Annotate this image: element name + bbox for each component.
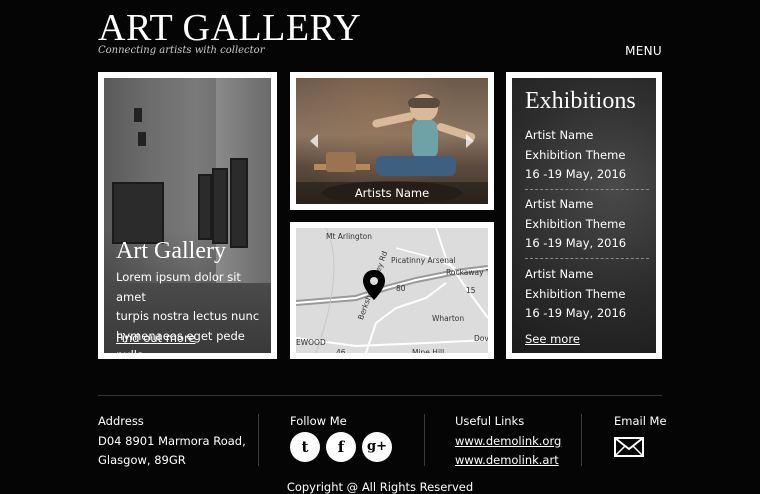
map-label: Dove — [474, 334, 494, 343]
footer-address-line: D04 8901 Marmora Road, — [98, 433, 246, 448]
gallery-text-line: turpis nostra lectus nunc — [116, 309, 260, 323]
footer-follow: Follow Me — [290, 412, 347, 432]
footer-link[interactable]: www.demolink.art — [455, 451, 561, 471]
footer-links-title: Useful Links — [455, 414, 525, 428]
exhibition-artist: Artist Name — [525, 128, 594, 142]
footer-email: Email Me — [614, 412, 667, 432]
footer-address-line: Glasgow, 89GR — [98, 453, 186, 467]
twitter-icon[interactable]: t — [290, 432, 320, 462]
footer-link[interactable]: www.demolink.org — [455, 432, 561, 452]
map-label: Picatinny Arsenal — [391, 256, 456, 265]
footer-separator — [424, 414, 425, 466]
exhibition-date: 16 -19 May, 2016 — [525, 167, 627, 181]
artwork-frame — [198, 174, 212, 240]
see-more-link[interactable]: See more — [525, 332, 580, 346]
footer-address-title: Address — [98, 414, 144, 428]
footer-divider — [98, 395, 662, 396]
email-icon[interactable] — [614, 437, 644, 457]
exhibitions-card: Exhibitions Artist Name Exhibition Theme… — [506, 72, 662, 359]
exhibition-date: 16 -19 May, 2016 — [525, 236, 627, 250]
site-title: ART GALLERY — [98, 7, 362, 49]
artwork-frame — [212, 168, 228, 244]
exhibition-artist: Artist Name — [525, 197, 594, 211]
map-label: 15 — [466, 286, 476, 295]
artwork-frame — [230, 158, 248, 248]
google-plus-icon[interactable]: g+ — [362, 432, 392, 462]
slider-next-arrow[interactable] — [466, 134, 474, 148]
slider-caption: Artists Name — [296, 182, 488, 204]
exhibition-divider — [525, 189, 649, 190]
exhibition-divider — [525, 258, 649, 259]
exhibition-theme: Exhibition Theme — [525, 286, 626, 301]
facebook-icon[interactable]: f — [326, 432, 356, 462]
exhibitions-heading: Exhibitions — [525, 88, 636, 114]
footer-separator — [258, 414, 259, 466]
find-out-more-link[interactable]: Find out more — [116, 331, 196, 345]
spotlight — [138, 132, 146, 146]
map-label: Rockaway Towns — [446, 268, 494, 277]
exhibition-date: 16 -19 May, 2016 — [525, 306, 627, 320]
gallery-heading: Art Gallery — [116, 238, 226, 264]
footer-separator — [581, 414, 582, 466]
map-label: 46 — [336, 348, 346, 357]
map-label: 80 — [396, 284, 406, 293]
exhibition-entry: Artist Name Exhibition Theme 16 -19 May,… — [525, 195, 649, 254]
gallery-description: Lorem ipsum dolor sit amet turpis nostra… — [116, 268, 266, 353]
footer-address: Address D04 8901 Marmora Road, Glasgow, … — [98, 412, 246, 471]
exhibition-artist: Artist Name — [525, 267, 594, 281]
map-roads — [296, 228, 488, 353]
copyright-text: Copyright @ All Rights Reserved — [286, 480, 474, 494]
footer-email-title: Email Me — [614, 414, 667, 428]
map-pin-icon[interactable] — [363, 270, 385, 300]
gallery-text-line: Lorem ipsum dolor sit amet — [116, 270, 241, 304]
slider-prev-arrow[interactable] — [310, 134, 318, 148]
map-background: Mt Arlington Picatinny Arsenal Rockaway … — [296, 228, 488, 353]
exhibition-theme: Exhibition Theme — [525, 147, 626, 162]
map-label: Mt Arlington — [326, 232, 372, 241]
footer-follow-title: Follow Me — [290, 414, 347, 428]
exhibition-theme: Exhibition Theme — [525, 216, 626, 231]
map-label: Wharton — [432, 314, 465, 323]
map-label: EWOOD — [296, 338, 326, 347]
exhibition-entry: Artist Name Exhibition Theme 16 -19 May,… — [525, 126, 649, 185]
location-map[interactable]: Mt Arlington Picatinny Arsenal Rockaway … — [290, 222, 494, 359]
map-label: Mine Hill — [412, 348, 445, 357]
exhibition-entry: Artist Name Exhibition Theme 16 -19 May,… — [525, 265, 649, 324]
footer-links: Useful Links www.demolink.org www.demoli… — [455, 412, 561, 471]
artwork-frame — [112, 182, 164, 244]
menu-button[interactable]: MENU — [625, 44, 662, 58]
artist-slider: Artists Name — [290, 72, 494, 210]
site-tagline: Connecting artists with collector — [98, 45, 265, 56]
spotlight — [134, 108, 142, 122]
gallery-card: Art Gallery Lorem ipsum dolor sit amet t… — [98, 72, 277, 359]
